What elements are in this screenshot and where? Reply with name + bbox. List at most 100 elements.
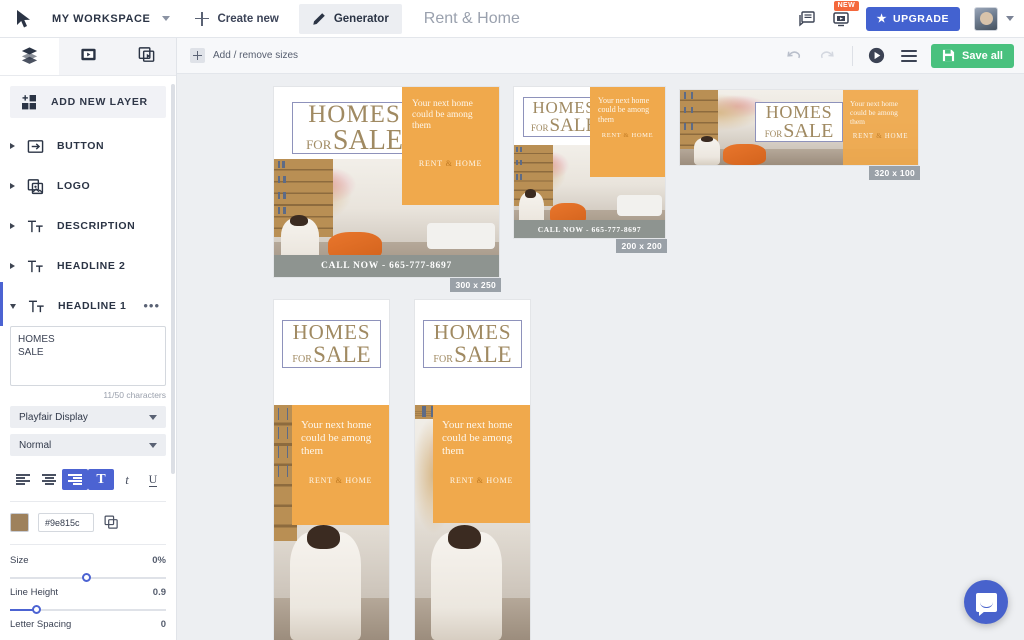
brand-home: HOME: [631, 132, 654, 140]
slider-knob[interactable]: [82, 573, 91, 582]
chevron-down-icon[interactable]: [162, 16, 171, 21]
upgrade-button[interactable]: ★ UPGRADE: [865, 6, 960, 31]
templates-tab[interactable]: [117, 38, 177, 75]
bean-bag-chair: [722, 144, 766, 165]
document-title[interactable]: Rent & Home: [424, 10, 520, 28]
banner-320x100[interactable]: HOMES FOR SALE Your next home could be a…: [680, 90, 920, 180]
chevron-right-icon[interactable]: [10, 223, 15, 229]
headline-logo-box[interactable]: HOMES FOR SALE: [423, 320, 522, 368]
chevron-right-icon[interactable]: [10, 183, 15, 189]
floppy-disk-icon: [942, 49, 955, 62]
layer-row-description[interactable]: DESCRIPTION: [0, 206, 176, 246]
top-navigation-bar: MY WORKSPACE Create new Generator Rent &…: [0, 0, 1024, 38]
headline-logo-box[interactable]: HOMES FOR SALE: [292, 102, 417, 154]
description-panel[interactable]: Your next home could be among them RENT …: [292, 405, 389, 525]
headline-logo-box[interactable]: HOMES FOR SALE: [755, 102, 843, 142]
align-left-button[interactable]: [10, 469, 36, 490]
video-player-icon[interactable]: NEW: [824, 0, 859, 38]
headline-for-sale: FOR SALE: [292, 343, 370, 366]
upgrade-label: UPGRADE: [892, 12, 949, 25]
align-left-icon: [16, 472, 30, 486]
pencil-icon: [312, 12, 326, 26]
chevron-down-icon[interactable]: [10, 303, 16, 309]
description-panel[interactable]: Your next home could be among them RENT …: [590, 87, 665, 177]
play-circle-icon[interactable]: [861, 46, 891, 65]
color-hex-input[interactable]: #9e815c: [38, 513, 94, 532]
description-panel[interactable]: Your next home could be among them RENT …: [843, 90, 918, 165]
redo-arrow-icon[interactable]: [810, 46, 844, 65]
headline-sale: SALE: [313, 342, 371, 367]
description-panel[interactable]: Your next home could be among them RENT …: [402, 87, 499, 205]
headline-homes: HOMES: [292, 320, 371, 344]
slider-knob[interactable]: [32, 605, 42, 614]
chevron-down-icon[interactable]: [1006, 16, 1014, 21]
add-remove-sizes-button[interactable]: Add / remove sizes: [190, 48, 298, 63]
layer-row-logo[interactable]: LOGO: [0, 166, 176, 206]
description-panel[interactable]: Your next home could be among them RENT …: [433, 405, 530, 523]
image-stack-icon: [24, 178, 46, 195]
size-slider[interactable]: [10, 571, 166, 585]
banner-canvas[interactable]: HOMES FOR SALE Your next home could be a…: [177, 74, 1024, 640]
brand-rent: RENT: [601, 132, 622, 140]
color-swatch[interactable]: [10, 513, 29, 532]
line-height-slider[interactable]: [10, 603, 166, 617]
copy-icon[interactable]: [104, 515, 119, 530]
cta-bar[interactable]: CALL NOW - 665-777-8697: [514, 220, 665, 238]
create-new-button[interactable]: Create new: [194, 11, 279, 27]
undo-arrow-icon[interactable]: [776, 46, 810, 65]
size-slider-group: Size 0%: [10, 544, 166, 585]
banner-300x250[interactable]: HOMES FOR SALE Your next home could be a…: [274, 87, 501, 292]
brand-home: HOME: [486, 475, 514, 485]
tab-generator[interactable]: Generator: [298, 3, 402, 34]
media-tab[interactable]: [58, 38, 118, 75]
description-text: Your next home could be among them: [598, 96, 650, 124]
cta-bar[interactable]: CALL NOW - 665-777-8697: [274, 255, 499, 277]
workspace-name[interactable]: MY WORKSPACE: [52, 13, 150, 25]
add-new-layer-button[interactable]: ADD NEW LAYER: [10, 86, 166, 118]
create-new-label: Create new: [217, 12, 279, 25]
tab-generator-label: Generator: [333, 12, 389, 25]
headline-for: FOR: [530, 123, 549, 133]
banner-160x600-b[interactable]: HOMES FOR SALE Your next home could be a…: [415, 300, 530, 640]
line-height-slider-group: Line Height 0.9: [10, 587, 166, 617]
headline-logo-box[interactable]: HOMES FOR SALE: [282, 320, 381, 368]
save-all-button[interactable]: Save all: [931, 43, 1014, 68]
banner-200x200[interactable]: HOMES FOR SALE Your next home could be a…: [514, 87, 667, 253]
cursor-logo-icon[interactable]: [12, 6, 38, 32]
headline-text-input[interactable]: HOMES SALE: [10, 326, 166, 386]
hamburger-menu-icon[interactable]: [891, 49, 927, 62]
brand-rent: RENT: [418, 158, 443, 168]
brand-ampersand: &: [623, 132, 630, 140]
layers-tab[interactable]: [0, 38, 59, 75]
headline-sale: SALE: [332, 124, 403, 156]
underline-button[interactable]: U: [140, 469, 166, 490]
bold-button[interactable]: T: [88, 469, 114, 490]
layer-row-button[interactable]: BUTTON: [0, 126, 176, 166]
font-weight-value: Normal: [19, 439, 52, 451]
text-type-icon: [24, 218, 46, 235]
banner-160x600-a[interactable]: HOMES FOR SALE Your next home could be a…: [274, 300, 389, 640]
headline-for-sale: FOR SALE: [765, 121, 834, 141]
top-bar-actions: NEW ★ UPGRADE: [790, 0, 1024, 38]
italic-icon: t: [125, 471, 129, 487]
brand-rent: RENT: [852, 131, 874, 140]
avatar[interactable]: [974, 6, 998, 31]
italic-button[interactable]: t: [114, 469, 140, 490]
description-text: Your next home could be among them: [301, 419, 372, 457]
align-center-button[interactable]: [36, 469, 62, 490]
font-weight-select[interactable]: Normal: [10, 434, 166, 456]
align-right-button[interactable]: [62, 469, 88, 490]
layer-row-headline-2[interactable]: HEADLINE 2: [0, 246, 176, 286]
text-type-icon: [24, 258, 46, 275]
brand-rent: RENT: [308, 475, 333, 485]
chevron-right-icon[interactable]: [10, 263, 15, 269]
font-family-select[interactable]: Playfair Display: [10, 406, 166, 428]
headline-homes: HOMES: [765, 102, 833, 122]
person: [694, 136, 721, 165]
comment-icon[interactable]: [790, 0, 824, 38]
layer-row-headline-1[interactable]: HEADLINE 1 •••: [0, 282, 176, 326]
chat-support-button[interactable]: [964, 580, 1008, 624]
more-options-icon[interactable]: •••: [143, 299, 160, 312]
sidebar-scrollbar[interactable]: [171, 84, 175, 474]
chevron-right-icon[interactable]: [10, 143, 15, 149]
